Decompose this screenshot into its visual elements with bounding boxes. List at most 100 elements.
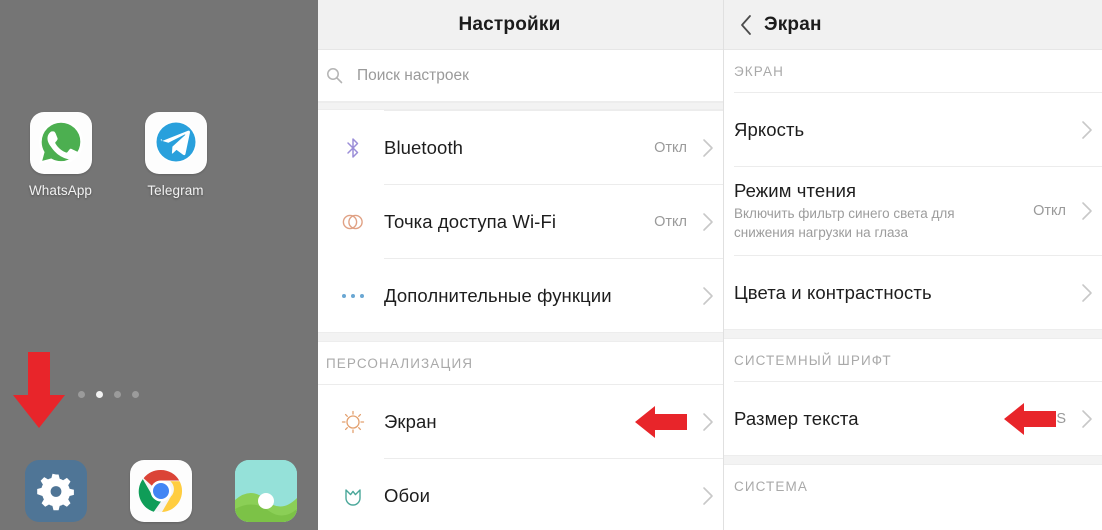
settings-appbar: Настройки [318,0,723,50]
row-main: Точка доступа Wi-Fi [384,211,654,233]
row-subtitle: Включить фильтр синего света для снижени… [734,205,955,240]
whatsapp-tile[interactable] [29,112,92,174]
app-whatsapp[interactable]: WhatsApp [3,112,118,198]
pointer-arrow-left-icon [635,405,687,438]
row-main: Обои [384,485,687,507]
home-screen-panel: WhatsApp Telegram [0,0,318,530]
settings-search-bar[interactable]: Поиск настроек [318,50,723,102]
chevron-right-icon [693,212,723,232]
display-section-header-system: СИСТЕМА [724,465,1102,507]
settings-section-band [318,332,723,342]
page-dot[interactable] [132,391,139,398]
chevron-right-icon [693,286,723,306]
row-title: Обои [384,484,431,506]
row-value: Откл [654,139,687,156]
settings-band-top [318,102,723,110]
home-dock [0,460,318,522]
chevron-right-icon [693,138,723,158]
gallery-icon [234,460,297,522]
page-title-display: Экран [764,13,822,35]
search-input-placeholder[interactable]: Поиск настроек [348,67,469,85]
row-value: S [1056,410,1066,427]
more-dots-icon-box [318,291,384,301]
row-title: Режим чтения [734,179,857,201]
more-dots-icon [342,293,364,298]
display-section-header-screen: ЭКРАН [724,50,1102,92]
chevron-right-icon [693,412,723,432]
telegram-icon [154,121,197,163]
chevron-right-icon [1072,283,1102,303]
settings-row-display[interactable]: Экран [318,385,723,458]
row-main: Дополнительные функции [384,285,687,307]
settings-row-bluetooth[interactable]: Bluetooth Откл [318,111,723,184]
row-main: Яркость [734,119,1066,141]
row-main: Цвета и контрастность [734,282,1066,304]
telegram-tile[interactable] [144,112,207,174]
display-section-band-2 [724,455,1102,465]
search-icon [327,68,343,84]
bluetooth-icon-box [318,136,384,160]
display-row-colors-contrast[interactable]: Цвета и контрастность [724,256,1102,329]
page-dot[interactable] [114,391,121,398]
app-telegram[interactable]: Telegram [118,112,233,198]
chevron-right-icon [1072,201,1102,221]
wallpaper-tulip-icon-box [318,484,384,508]
chevron-right-icon [1072,409,1102,429]
page-dot[interactable] [78,391,85,398]
display-row-brightness[interactable]: Яркость [724,93,1102,166]
back-button[interactable] [724,14,764,36]
brightness-sun-icon [341,410,365,433]
row-main: Размер текста [734,408,986,430]
settings-tile[interactable] [24,460,87,522]
row-title: Яркость [734,118,805,140]
chevron-left-icon [741,14,751,35]
settings-panel: Настройки Поиск настроек Bluetooth Откл … [318,0,723,530]
settings-section-header-personalization: ПЕРСОНАЛИЗАЦИЯ [318,342,723,384]
display-row-reading-mode[interactable]: Режим чтения Включить фильтр синего свет… [724,167,1102,255]
row-main: Bluetooth [384,137,654,159]
dock-app-chrome[interactable] [108,460,213,522]
display-row-text-size[interactable]: Размер текста S [724,382,1102,455]
dock-app-settings[interactable] [3,460,108,522]
chevron-right-icon [693,486,723,506]
home-page-indicator[interactable] [78,391,139,398]
hotspot-icon-box [318,210,384,234]
row-title: Экран [384,410,437,432]
settings-row-wallpaper[interactable]: Обои [318,459,723,530]
page-title-settings: Настройки [458,13,561,35]
search-icon-box [318,67,348,84]
gallery-tile[interactable] [234,460,297,522]
wallpaper-tulip-icon [345,488,361,506]
pointer-arrow-left-icon [1004,402,1057,435]
app-label-whatsapp: WhatsApp [28,183,93,198]
display-section-band [724,329,1102,339]
display-appbar: Экран [724,0,1102,50]
dock-app-gallery[interactable] [213,460,318,522]
row-value: Откл [1033,203,1066,219]
row-title: Bluetooth [384,136,464,158]
settings-gear-icon [36,473,74,511]
row-title: Точка доступа Wi-Fi [384,210,557,232]
row-value: Откл [654,213,687,230]
display-settings-panel: Экран ЭКРАН Яркость Режим чтения Включит… [723,0,1102,530]
chrome-icon [138,469,182,512]
row-main: Режим чтения Включить фильтр синего свет… [734,180,1033,242]
screenshot-root: WhatsApp Telegram Настройки Поиск настро… [0,0,1102,530]
chevron-right-icon [1072,120,1102,140]
row-title: Цвета и контрастность [734,281,932,303]
app-label-telegram: Telegram [147,183,204,198]
display-section-header-system-font: СИСТЕМНЫЙ ШРИФТ [724,339,1102,381]
whatsapp-icon [38,120,83,165]
settings-row-hotspot[interactable]: Точка доступа Wi-Fi Откл [318,185,723,258]
row-title: Размер текста [734,407,859,429]
pointer-arrow-down-icon [13,352,65,428]
hotspot-icon [342,214,363,229]
row-main: Экран [384,411,617,433]
page-dot-active[interactable] [96,391,103,398]
settings-row-additional-functions[interactable]: Дополнительные функции [318,259,723,332]
home-app-row: WhatsApp Telegram [0,112,318,198]
brightness-sun-icon-box [318,410,384,434]
bluetooth-icon [347,137,359,158]
row-title: Дополнительные функции [384,284,612,306]
chrome-tile[interactable] [129,460,192,522]
